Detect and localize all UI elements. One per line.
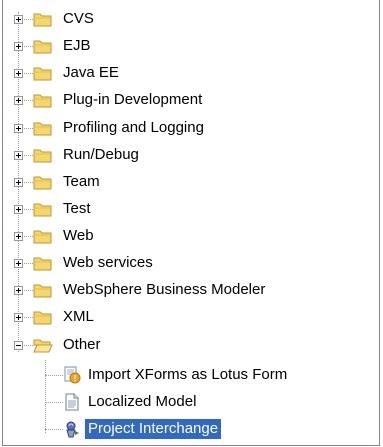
expand-plus-icon[interactable]	[14, 69, 23, 78]
tree-item-label: Import XForms as Lotus Form	[88, 366, 288, 383]
tree-item-web[interactable]: Web	[3, 225, 363, 249]
folder-icon	[33, 230, 52, 244]
tree-item-web-services[interactable]: Web services	[3, 252, 363, 276]
collapse-minus-icon[interactable]	[14, 341, 23, 350]
folder-icon	[33, 13, 52, 27]
tree-item-label: Project Interchange	[85, 419, 222, 439]
folder-open-icon	[33, 339, 53, 353]
document-icon	[65, 393, 79, 411]
expand-plus-icon[interactable]	[14, 15, 23, 24]
tree-item-ejb[interactable]: EJB	[3, 35, 363, 59]
tree-item-label: Web services	[63, 254, 153, 271]
folder-icon	[33, 284, 52, 298]
folder-icon	[33, 257, 52, 271]
tree-item-label: EJB	[63, 37, 91, 54]
tree-item-plug-in-development[interactable]: Plug-in Development	[3, 89, 363, 113]
tree-item-label: Web	[63, 227, 94, 244]
tree-item-team[interactable]: Team	[3, 171, 363, 195]
expand-plus-icon[interactable]	[14, 205, 23, 214]
expand-plus-icon[interactable]	[14, 151, 23, 160]
wizard-tree-panel: CVS EJB Java EE Plug-in Development Prof…	[2, 0, 380, 446]
tree-item-label: Test	[63, 200, 91, 217]
tree-item-cvs[interactable]: CVS	[3, 8, 363, 32]
folder-icon	[33, 311, 52, 325]
tree-item-label: WebSphere Business Modeler	[63, 281, 266, 298]
tree-item-java-ee[interactable]: Java EE	[3, 62, 363, 86]
folder-icon	[33, 67, 52, 81]
folder-icon	[33, 40, 52, 54]
tree-item-localized-model[interactable]: Localized Model	[3, 391, 363, 415]
folder-icon	[33, 149, 52, 163]
import-form-icon	[64, 366, 81, 384]
wizard-tree[interactable]: CVS EJB Java EE Plug-in Development Prof…	[3, 0, 379, 445]
tree-item-run-debug[interactable]: Run/Debug	[3, 144, 363, 168]
tree-item-xml[interactable]: XML	[3, 306, 363, 330]
expand-plus-icon[interactable]	[14, 259, 23, 268]
project-interchange-icon	[66, 421, 79, 438]
expand-plus-icon[interactable]	[14, 42, 23, 51]
expand-plus-icon[interactable]	[14, 232, 23, 241]
tree-item-other[interactable]: Other	[3, 334, 363, 358]
expand-plus-icon[interactable]	[14, 286, 23, 295]
expand-plus-icon[interactable]	[14, 178, 23, 187]
tree-item-test[interactable]: Test	[3, 198, 363, 222]
tree-item-label: Localized Model	[88, 393, 197, 410]
expand-plus-icon[interactable]	[14, 96, 23, 105]
folder-icon	[33, 203, 52, 217]
expand-plus-icon[interactable]	[14, 124, 23, 133]
tree-item-import-xforms[interactable]: Import XForms as Lotus Form	[3, 364, 363, 388]
tree-item-label: Profiling and Logging	[63, 119, 204, 136]
tree-item-label: Plug-in Development	[63, 91, 203, 108]
tree-item-label: Run/Debug	[63, 146, 139, 163]
expand-plus-icon[interactable]	[14, 313, 23, 322]
tree-item-label: Team	[63, 173, 100, 190]
tree-item-label: XML	[63, 308, 94, 325]
tree-item-websphere-business-modeler[interactable]: WebSphere Business Modeler	[3, 279, 363, 303]
tree-item-label: CVS	[63, 10, 94, 27]
tree-item-label: Other	[63, 336, 101, 353]
tree-item-project-interchange[interactable]: Project Interchange	[3, 418, 363, 442]
folder-icon	[33, 176, 52, 190]
tree-item-label: Java EE	[63, 64, 119, 81]
tree-item-profiling-and-logging[interactable]: Profiling and Logging	[3, 117, 363, 141]
folder-icon	[33, 122, 52, 136]
folder-icon	[33, 94, 52, 108]
